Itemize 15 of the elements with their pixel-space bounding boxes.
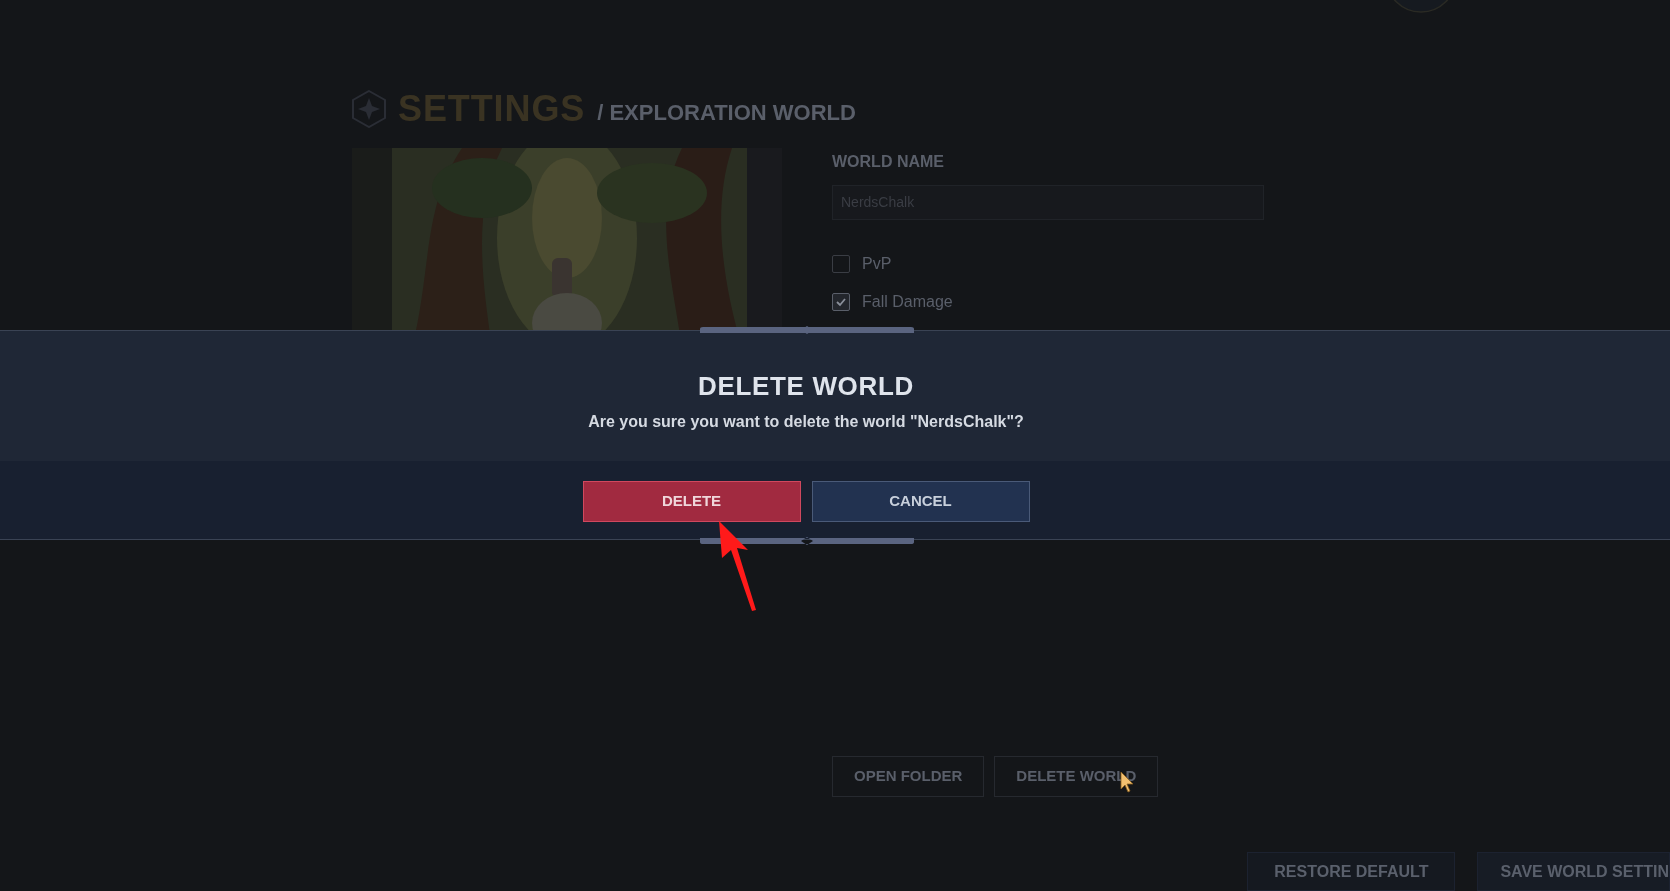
dialog-title: DELETE WORLD <box>698 370 914 403</box>
checkbox-label: PvP <box>862 254 892 274</box>
dialog-message: Are you sure you want to delete the world "NerdsChalk"? <box>588 412 1024 432</box>
checkbox[interactable] <box>832 293 850 311</box>
checkbox-label: Fall Damage <box>862 292 953 312</box>
field-label: WORLD NAME <box>832 152 945 168</box>
world-action-button[interactable]: OPEN FOLDER <box>832 756 985 797</box>
footer-button[interactable]: SAVE WORLD SETTIN <box>1477 852 1670 891</box>
cancel-button[interactable]: CANCEL <box>811 481 1030 522</box>
footer-button[interactable]: RESTORE DEFAULT <box>1247 852 1456 891</box>
check-icon <box>835 296 847 308</box>
checkbox[interactable] <box>832 255 850 273</box>
logo-icon <box>352 90 386 128</box>
page-subtitle: / EXPLORATION WORLD <box>597 98 856 127</box>
delete-button[interactable]: DELETE <box>582 481 801 522</box>
